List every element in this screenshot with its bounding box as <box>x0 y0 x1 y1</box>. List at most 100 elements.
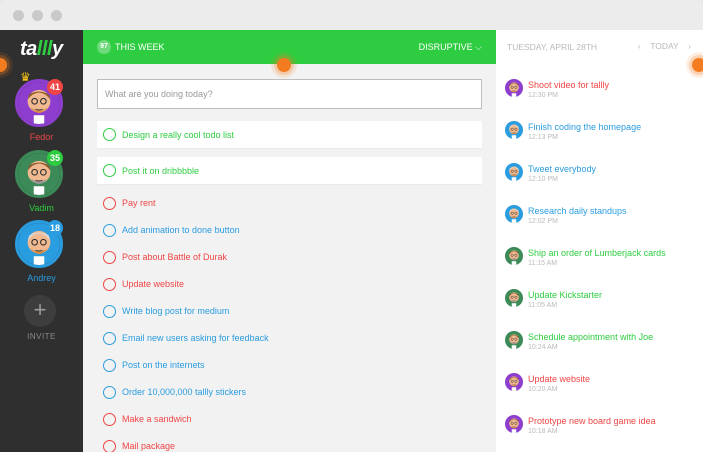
filter-dropdown[interactable]: DISRUPTIVE ⌵ <box>419 42 482 53</box>
task-checkbox[interactable] <box>103 304 116 318</box>
feed-item-time: 11:05 AM <box>528 302 558 309</box>
task-row[interactable]: Order 10,000,000 tallly stickers <box>97 379 482 405</box>
new-task-input[interactable] <box>97 79 482 109</box>
feed-item-title: Shoot video for tallly <box>528 80 610 90</box>
task-row[interactable]: Pay rent <box>97 190 482 216</box>
task-row[interactable]: Post on the internets <box>97 352 482 378</box>
feed-item-time: 10:18 AM <box>528 428 558 435</box>
user-name: Fedor <box>29 132 54 142</box>
task-checkbox[interactable] <box>103 331 116 345</box>
feed-item-time: 12:13 PM <box>528 134 558 141</box>
app-window: tallly 41 Fedor ♛ 35 Vadim 18 Andrey + INVITE … <box>0 0 703 452</box>
task-row[interactable]: Mail package <box>97 433 482 452</box>
task-label: Write blog post for medium <box>122 306 230 316</box>
feed-item-time: 10:24 AM <box>528 344 558 351</box>
user-name: Vadim <box>29 203 54 213</box>
task-checkbox[interactable] <box>103 277 116 291</box>
task-label: Email new users asking for feedback <box>122 333 269 343</box>
task-checkbox[interactable] <box>103 164 116 177</box>
task-row[interactable]: Update website <box>97 271 482 297</box>
feed-item-title: Tweet everybody <box>528 164 597 174</box>
hotspot-marker[interactable] <box>692 58 703 72</box>
avatar <box>505 331 523 349</box>
task-checkbox[interactable] <box>103 223 116 237</box>
task-row[interactable]: Post about Battle of Durak <box>97 244 482 270</box>
feed-item[interactable]: Tweet everybody 12:10 PM <box>505 163 695 193</box>
activity-feed: TUESDAY, APRIL 28TH ‹ TODAY › Shoot vide… <box>496 30 703 452</box>
avatar <box>505 205 523 223</box>
task-row[interactable]: Design a really cool todo list <box>97 121 482 148</box>
feed-item-title: Update Kickstarter <box>528 290 603 300</box>
user-badge: 35 <box>47 150 63 166</box>
feed-date: TUESDAY, APRIL 28TH <box>507 42 598 52</box>
task-label: Post about Battle of Durak <box>122 252 228 262</box>
feed-item[interactable]: Research daily standups 12:02 PM <box>505 205 695 235</box>
avatar <box>505 121 523 139</box>
user-badge: 18 <box>47 220 63 236</box>
feed-item-time: 12:30 PM <box>528 92 558 99</box>
feed-item-title: Research daily standups <box>528 206 627 216</box>
plus-icon: + <box>33 297 47 322</box>
close-window-button[interactable] <box>13 10 24 21</box>
feed-item-time: 10:20 AM <box>528 386 558 393</box>
feed-item-title: Schedule appointment with Joe <box>528 332 654 342</box>
task-panel: 97 THIS WEEK DISRUPTIVE ⌵ Design a reall… <box>83 30 496 452</box>
title-bar <box>0 0 703 30</box>
task-label: Make a sandwich <box>122 414 192 424</box>
minimize-window-button[interactable] <box>32 10 43 21</box>
avatar <box>505 79 523 97</box>
task-checkbox[interactable] <box>103 385 116 399</box>
user-andrey[interactable]: 18 Andrey <box>0 220 83 290</box>
feed-item[interactable]: Ship an order of Lumberjack cards 11:15 A… <box>505 247 695 277</box>
feed-item-time: 12:02 PM <box>528 218 558 225</box>
feed-item-time: 11:15 AM <box>528 260 558 267</box>
task-checkbox[interactable] <box>103 250 116 264</box>
chevron-right-icon[interactable]: › <box>688 41 691 51</box>
feed-item-title: Finish coding the homepage <box>528 122 642 132</box>
invite-label: INVITE <box>27 332 56 341</box>
app-logo: tallly <box>20 38 63 60</box>
user-badge: 41 <box>47 79 63 95</box>
task-checkbox[interactable] <box>103 128 116 141</box>
crown-icon: ♛ <box>20 70 31 84</box>
avatar <box>505 415 523 433</box>
task-checkbox[interactable] <box>103 358 116 372</box>
task-label: Update website <box>122 279 185 289</box>
hotspot-marker[interactable] <box>277 58 291 72</box>
task-row[interactable]: Make a sandwich <box>97 406 482 432</box>
feed-item[interactable]: Prototype new board game idea 10:18 AM <box>505 415 695 445</box>
feed-item[interactable]: Shoot video for tallly 12:30 PM <box>505 79 695 109</box>
today-button[interactable]: TODAY <box>650 41 679 51</box>
task-count-badge: 97 <box>97 40 111 54</box>
feed-item-title: Prototype new board game idea <box>528 416 656 426</box>
chevron-left-icon[interactable]: ‹ <box>638 41 641 51</box>
task-label: Design a really cool todo list <box>122 129 235 140</box>
task-label: Order 10,000,000 tallly stickers <box>122 387 247 397</box>
user-fedor[interactable]: 41 Fedor <box>0 79 83 149</box>
feed-item-title: Ship an order of Lumberjack cards <box>528 248 666 258</box>
task-row[interactable]: Write blog post for medium <box>97 298 482 324</box>
avatar <box>505 163 523 181</box>
invite-button[interactable]: + <box>24 295 56 327</box>
avatar <box>505 289 523 307</box>
feed-item[interactable]: Update Kickstarter 11:05 AM <box>505 289 695 319</box>
user-vadim[interactable]: 35 Vadim <box>0 150 83 220</box>
task-label: Mail package <box>122 441 176 451</box>
task-label: Post on the internets <box>122 360 205 370</box>
feed-navigation: ‹ TODAY › <box>638 41 691 51</box>
avatar <box>505 247 523 265</box>
feed-item[interactable]: Update website 10:20 AM <box>505 373 695 403</box>
maximize-window-button[interactable] <box>51 10 62 21</box>
task-checkbox[interactable] <box>103 196 116 210</box>
task-row[interactable]: Post it on dribbbble <box>97 157 482 184</box>
task-row[interactable]: Add animation to done button <box>97 217 482 243</box>
feed-item[interactable]: Finish coding the homepage 12:13 PM <box>505 121 695 151</box>
feed-item[interactable]: Schedule appointment with Joe 10:24 AM <box>505 331 695 361</box>
task-label: Add animation to done button <box>122 225 240 235</box>
task-row[interactable]: Email new users asking for feedback <box>97 325 482 351</box>
task-checkbox[interactable] <box>103 439 116 452</box>
week-title: THIS WEEK <box>115 42 165 52</box>
week-header: 97 THIS WEEK DISRUPTIVE ⌵ <box>83 30 496 64</box>
task-checkbox[interactable] <box>103 412 116 426</box>
avatar <box>505 373 523 391</box>
